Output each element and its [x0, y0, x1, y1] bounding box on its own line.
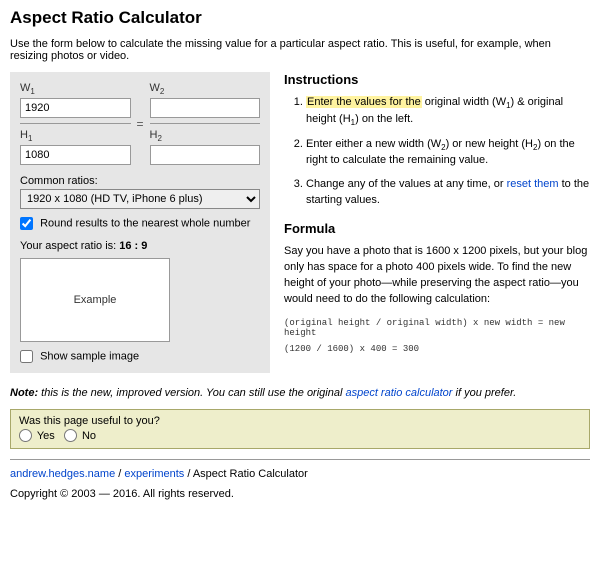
ratio-prefix: Your aspect ratio is:	[20, 240, 119, 252]
instructions-heading: Instructions	[284, 72, 590, 87]
h2-label: H2	[150, 129, 261, 143]
aspect-ratio-row: Your aspect ratio is: 16 : 9	[20, 240, 260, 252]
w2-input[interactable]	[150, 98, 261, 118]
left-field-col: W1 H1	[20, 82, 131, 165]
feedback-no-label[interactable]: No	[64, 430, 96, 442]
breadcrumb-link-experiments[interactable]: experiments	[124, 468, 184, 480]
equals-sign: =	[135, 117, 146, 131]
w1-input[interactable]	[20, 98, 131, 118]
formula-heading: Formula	[284, 221, 590, 236]
info-panel: Instructions Enter the values for the or…	[284, 72, 590, 360]
main-columns: W1 H1 = W2 H2 Common ratios: 1920 x 1080…	[10, 72, 590, 373]
copyright: Copyright © 2003 — 2016. All rights rese…	[10, 488, 590, 500]
h1-label: H1	[20, 129, 131, 143]
example-label: Example	[74, 294, 117, 306]
instruction-step-2: Enter either a new width (W2) or new hei…	[306, 137, 590, 170]
original-calculator-link[interactable]: aspect ratio calculator	[345, 387, 452, 399]
ratio-value: 16 : 9	[119, 240, 147, 252]
common-ratios-row: Common ratios: 1920 x 1080 (HD TV, iPhon…	[20, 175, 260, 209]
feedback-question: Was this page useful to you?	[19, 415, 581, 427]
fields-grid: W1 H1 = W2 H2	[20, 82, 260, 165]
breadcrumb-link-home[interactable]: andrew.hedges.name	[10, 468, 115, 480]
round-row: Round results to the nearest whole numbe…	[20, 217, 260, 230]
example-box: Example	[20, 258, 170, 342]
w1-label: W1	[20, 82, 131, 96]
show-sample-row: Show sample image	[20, 350, 260, 363]
round-label: Round results to the nearest whole numbe…	[40, 218, 250, 230]
formula-line-1: (original height / original width) x new…	[284, 318, 590, 338]
common-ratios-select[interactable]: 1920 x 1080 (HD TV, iPhone 6 plus)	[20, 189, 260, 209]
show-sample-checkbox[interactable]	[20, 350, 33, 363]
breadcrumb-current: Aspect Ratio Calculator	[193, 468, 308, 480]
formula-para: Say you have a photo that is 1600 x 1200…	[284, 244, 590, 308]
show-sample-label: Show sample image	[40, 351, 139, 363]
calculator-panel: W1 H1 = W2 H2 Common ratios: 1920 x 1080…	[10, 72, 270, 373]
intro-text: Use the form below to calculate the miss…	[10, 38, 590, 62]
footer-separator	[10, 459, 590, 460]
h2-input[interactable]	[150, 145, 261, 165]
page-title: Aspect Ratio Calculator	[10, 8, 590, 28]
round-checkbox[interactable]	[20, 217, 33, 230]
common-ratios-label: Common ratios:	[20, 175, 260, 187]
left-divider	[20, 123, 131, 124]
w2-label: W2	[150, 82, 261, 96]
breadcrumb: andrew.hedges.name / experiments / Aspec…	[10, 468, 590, 480]
feedback-yes-radio[interactable]	[19, 429, 32, 442]
right-field-col: W2 H2	[150, 82, 261, 165]
instructions-list: Enter the values for the original width …	[284, 95, 590, 209]
reset-link[interactable]: reset them	[507, 178, 559, 190]
formula-line-2: (1200 / 1600) x 400 = 300	[284, 344, 590, 354]
instruction-step-1: Enter the values for the original width …	[306, 95, 590, 129]
h1-input[interactable]	[20, 145, 131, 165]
note-line: Note: this is the new, improved version.…	[10, 387, 590, 399]
feedback-yes-label[interactable]: Yes	[19, 430, 55, 442]
note-label: Note:	[10, 387, 38, 399]
instruction-step-3: Change any of the values at any time, or…	[306, 177, 590, 209]
right-divider	[150, 123, 261, 124]
feedback-no-radio[interactable]	[64, 429, 77, 442]
feedback-box: Was this page useful to you? Yes No	[10, 409, 590, 449]
